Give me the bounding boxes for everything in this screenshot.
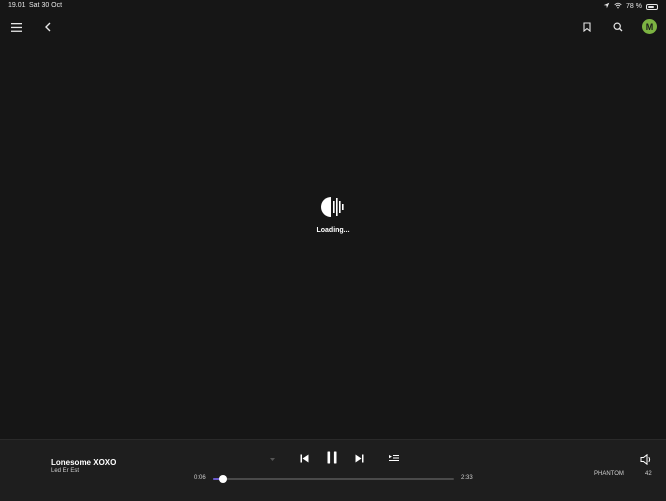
logo-icon [320,197,346,222]
next-icon[interactable] [353,452,365,464]
avatar-initial: M [645,21,654,32]
loading-label: Loading... [316,227,350,234]
menu-icon[interactable] [6,17,26,37]
now-playing-bar: Lonesome XOXO Led Er Est 0:06 2:33 PHANT… [0,439,666,501]
status-date: Sat 30 Oct [29,2,63,9]
wifi-icon [614,2,622,11]
track-artist[interactable]: Led Er Est [51,468,79,474]
battery-percent: 78 % [626,3,642,10]
battery-icon [646,3,658,10]
search-icon[interactable] [608,17,628,37]
total-time: 2:33 [461,475,473,481]
top-bar [0,14,666,42]
previous-icon[interactable] [298,452,310,464]
volume-value: 42 [645,471,652,477]
queue-icon[interactable] [387,452,400,464]
volume-icon[interactable] [639,452,653,466]
status-bar: 19.01 Sat 30 Oct 78 % [0,0,666,12]
loading-indicator: Loading... [300,196,366,234]
avatar[interactable]: M [642,19,657,34]
status-indicators: 78 % [603,2,658,11]
location-icon [603,2,610,11]
status-time: 19.01 [8,2,26,9]
track-title[interactable]: Lonesome XOXO [51,458,116,467]
shuffle-icon[interactable] [268,455,276,463]
pause-icon[interactable] [325,450,339,465]
bookmark-icon[interactable] [577,17,597,37]
back-icon[interactable] [37,17,57,37]
progress-bar[interactable] [213,475,454,483]
output-device[interactable]: PHANTOM [594,471,624,477]
elapsed-time: 0:06 [194,475,206,481]
progress-handle[interactable] [218,475,227,483]
